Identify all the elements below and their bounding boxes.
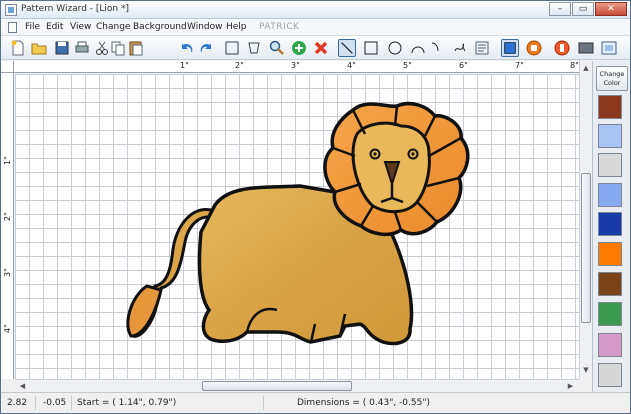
horizontal-scrollbar[interactable]: ◀ ▶ [15,379,579,392]
lion-pattern [126,101,470,346]
ruler-label: 1" [180,61,189,70]
color-swatch[interactable] [598,363,622,387]
horizontal-scroll-thumb[interactable] [202,381,352,391]
color-swatch[interactable] [598,242,622,266]
menu-help[interactable]: Help [226,22,247,32]
line-tool-icon[interactable] [338,39,356,57]
lasso-icon[interactable] [245,39,263,57]
rectangle-tool-icon[interactable] [362,39,380,57]
ruler-label: 7" [515,61,524,70]
ruler-label: 2" [235,61,244,70]
undo-icon[interactable] [178,39,196,57]
print-icon[interactable] [73,39,91,57]
paste-icon[interactable] [127,39,145,57]
ruler-corner [1,61,14,73]
fill-color-icon[interactable] [501,39,519,57]
color-swatch[interactable] [598,212,622,236]
user-name: PATRICK [259,22,300,32]
status-x: 2.82 [7,398,28,408]
scroll-right-arrow-icon[interactable]: ▶ [565,381,576,391]
open-folder-icon[interactable] [30,39,48,57]
color-palette: Change Color [592,61,630,392]
menu-change[interactable]: Change [96,22,130,32]
drawing-canvas[interactable] [15,74,579,379]
ruler-label: 2" [3,212,12,221]
ruler-label: 6" [459,61,468,70]
menu-window[interactable]: Window [187,22,223,32]
ruler-top: 1" 2" 3" 4" 5" 6" 7" 8" [14,61,579,73]
color-swatch[interactable] [598,333,622,357]
vertical-scrollbar[interactable]: ▲ ▼ [579,61,592,379]
ruler-label: 5" [403,61,412,70]
add-green-icon[interactable] [290,39,308,57]
menu-bar: File Edit View Change Background Window … [1,19,630,36]
properties-icon[interactable] [473,39,491,57]
color-swatch[interactable] [598,302,622,326]
save-icon[interactable] [53,39,71,57]
color-swatch[interactable] [598,95,622,119]
glass-orange-icon[interactable] [553,39,571,57]
menu-view[interactable]: View [70,22,91,32]
ellipse-tool-icon[interactable] [386,39,404,57]
status-bar: 2.82 -0.05 Start = ( 1.14", 0.79") Dimen… [1,392,630,413]
toolbar [1,36,630,60]
menu-background[interactable]: Background [133,22,187,32]
ruler-left: 1" 2" 3" 4" [1,73,14,379]
scroll-up-arrow-icon[interactable]: ▲ [581,63,591,74]
status-dimensions: Dimensions = ( 0.43", -0.55") [297,398,431,408]
restore-button[interactable]: ▭ [572,2,594,16]
menu-file[interactable]: File [25,22,40,32]
color-swatch[interactable] [598,124,622,148]
document-icon [8,22,17,33]
copy-icon[interactable] [109,39,127,57]
ruler-label: 3" [3,268,12,277]
status-start: Start = ( 1.14", 0.79") [77,398,177,408]
app-icon [5,4,17,16]
scroll-down-arrow-icon[interactable]: ▼ [581,365,591,376]
color-swatch[interactable] [598,272,622,296]
menu-edit[interactable]: Edit [46,22,63,32]
ruler-label: 1" [3,156,12,165]
ruler-label: 4" [347,61,356,70]
window-title: Pattern Wizard - [Lion *] [21,4,130,14]
status-separator [263,396,264,410]
change-color-button[interactable]: Change Color [596,66,628,91]
app-window: Pattern Wizard - [Lion *] – ▭ ✕ File Edi… [0,0,631,414]
redo-icon[interactable] [197,39,215,57]
select-rectangle-icon[interactable] [223,39,241,57]
status-y: -0.05 [43,398,67,408]
fit-view-icon[interactable] [600,39,618,57]
arc-tool-icon[interactable] [409,39,427,57]
close-button[interactable]: ✕ [595,2,627,16]
scroll-left-arrow-icon[interactable]: ◀ [17,381,28,391]
ruler-label: 3" [291,61,300,70]
status-separator [71,396,72,410]
freehand-tool-icon[interactable] [451,39,469,57]
color-swatch[interactable] [598,153,622,177]
screen-icon[interactable] [577,39,595,57]
vertical-scroll-thumb[interactable] [581,173,591,323]
zoom-icon[interactable] [268,39,286,57]
stop-orange-icon[interactable] [525,39,543,57]
curve-tool-icon[interactable] [429,39,447,57]
delete-red-icon[interactable] [312,39,330,57]
color-swatch[interactable] [598,183,622,207]
new-document-icon[interactable] [9,39,27,57]
status-separator [35,396,36,410]
ruler-label: 8" [570,61,579,70]
ruler-label: 4" [3,324,12,333]
minimize-button[interactable]: – [549,2,571,16]
title-bar: Pattern Wizard - [Lion *] – ▭ ✕ [1,1,630,19]
